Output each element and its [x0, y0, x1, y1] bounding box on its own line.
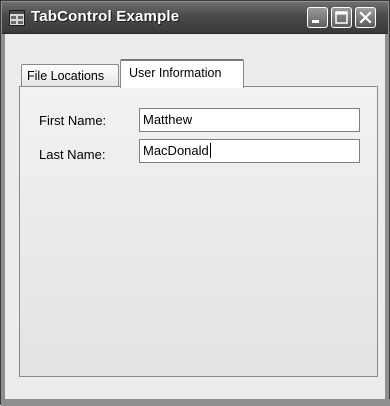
tab-file-locations[interactable]: File Locations	[21, 64, 119, 87]
tab-label: User Information	[129, 66, 222, 80]
close-button[interactable]	[355, 7, 376, 28]
last-name-field[interactable]: MacDonald	[139, 139, 360, 163]
minimize-button[interactable]	[307, 7, 328, 28]
title-bar[interactable]: TabControl Example	[2, 2, 388, 34]
close-icon	[359, 11, 372, 24]
tab-label: File Locations	[27, 69, 105, 83]
window-title: TabControl Example	[31, 8, 180, 25]
last-name-label: Last Name:	[39, 147, 106, 162]
minimize-icon	[312, 20, 319, 23]
first-name-value: Matthew	[143, 112, 193, 127]
last-name-value: MacDonald	[143, 143, 209, 158]
tab-user-information[interactable]: User Information	[120, 59, 244, 88]
app-window: TabControl Example File Locations User I…	[0, 0, 390, 406]
first-name-field[interactable]: Matthew	[139, 108, 360, 132]
maximize-button[interactable]	[331, 7, 352, 28]
first-name-label: First Name:	[39, 113, 107, 128]
text-caret	[209, 143, 211, 158]
window-app-icon[interactable]	[9, 10, 25, 26]
maximize-icon	[335, 11, 348, 24]
